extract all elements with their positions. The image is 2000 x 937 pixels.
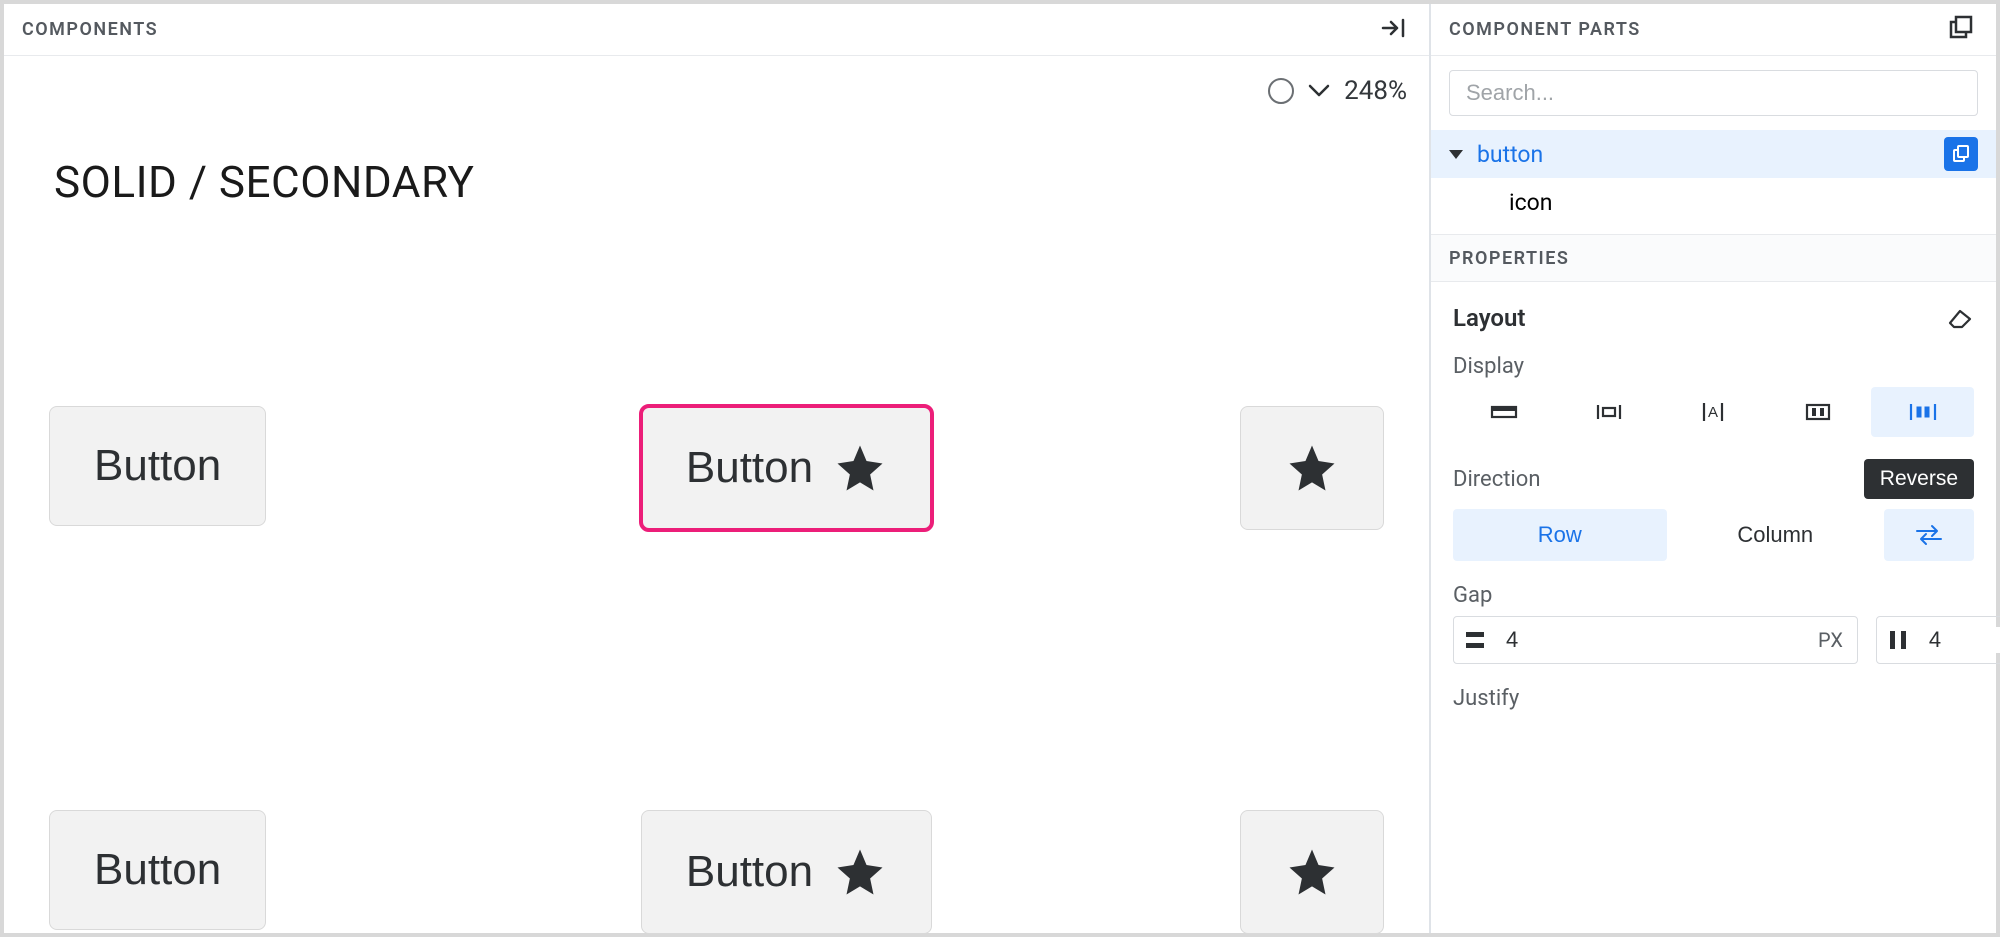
layout-section-title: Layout [1453, 304, 1525, 332]
copy-button[interactable] [1944, 137, 1978, 171]
sample-button-text-icon-selected[interactable]: Button [641, 406, 932, 530]
display-field: Display A [1453, 354, 1974, 437]
components-title: COMPONENTS [22, 19, 158, 40]
sample-button-icon[interactable] [1240, 810, 1384, 934]
gap-field: Gap PX PX [1453, 583, 1974, 664]
direction-label: Direction [1453, 467, 1540, 492]
zoom-circle-icon [1268, 78, 1294, 104]
gap-row: PX PX [1453, 616, 1974, 664]
display-inline[interactable]: A [1662, 387, 1765, 437]
parts-tree: button icon [1431, 130, 1996, 234]
properties-header: PROPERTIES [1431, 234, 1996, 282]
components-panel: COMPONENTS 248% SOLID / SECONDARY Button… [4, 4, 1431, 933]
sample-button-text-icon[interactable]: Button [641, 810, 932, 934]
gap-row-unit: PX [1804, 628, 1857, 652]
star-icon [1285, 441, 1339, 495]
variant-title: SOLID / SECONDARY [54, 156, 474, 208]
component-parts-title: COMPONENT PARTS [1449, 19, 1641, 40]
display-label: Display [1453, 354, 1974, 379]
gap-label: Gap [1453, 583, 1974, 608]
zoom-value: 248% [1344, 76, 1407, 106]
tree-item-button[interactable]: button [1431, 130, 1996, 178]
display-inline-flex[interactable] [1871, 387, 1974, 437]
button-label: Button [94, 845, 221, 895]
canvas[interactable]: 248% SOLID / SECONDARY Button Button [4, 56, 1429, 933]
display-flex[interactable] [1767, 387, 1870, 437]
tree-item-icon[interactable]: icon [1431, 178, 1996, 226]
star-icon [833, 845, 887, 899]
svg-text:A: A [1708, 404, 1718, 421]
gap-row-group: PX [1453, 616, 1858, 664]
tree-label: icon [1509, 189, 1978, 216]
sample-button-icon[interactable] [1240, 406, 1384, 530]
button-label: Button [686, 847, 813, 897]
justify-label: Justify [1453, 686, 1974, 711]
reset-button[interactable] [1946, 305, 1974, 332]
components-header: COMPONENTS [4, 4, 1429, 56]
sample-button-text[interactable]: Button [49, 810, 266, 930]
star-icon [833, 441, 887, 495]
gap-row-icon [1454, 630, 1496, 650]
layout-section-head: Layout [1453, 304, 1974, 332]
justify-field: Justify [1453, 686, 1974, 711]
gap-col-group: PX [1876, 616, 2000, 664]
chevron-down-icon [1308, 84, 1330, 98]
display-options: A [1453, 387, 1974, 437]
direction-field: Direction Reverse Row Column [1453, 459, 1974, 561]
search-wrap [1431, 56, 1996, 130]
star-icon [1285, 845, 1339, 899]
direction-reverse-toggle[interactable] [1884, 509, 1974, 561]
search-input[interactable] [1449, 70, 1978, 116]
properties-title: PROPERTIES [1449, 248, 1569, 269]
direction-options: Row Column [1453, 509, 1974, 561]
gap-col-icon [1877, 629, 1919, 651]
display-block[interactable] [1453, 387, 1556, 437]
button-grid: Button Button Button Button [49, 406, 1384, 934]
component-parts-header: COMPONENT PARTS [1431, 4, 1996, 56]
component-parts-panel: COMPONENT PARTS button icon PROPERTIES [1431, 4, 1996, 933]
properties-body: Layout Display A [1431, 282, 1996, 733]
direction-column[interactable]: Column [1669, 509, 1883, 561]
collapse-panel-button[interactable] [1377, 12, 1411, 47]
sample-button-text[interactable]: Button [49, 406, 266, 526]
button-label: Button [94, 441, 221, 491]
gap-col-input[interactable] [1919, 627, 2000, 653]
gap-row-input[interactable] [1496, 627, 1804, 653]
chevron-down-icon [1449, 150, 1463, 159]
reverse-button[interactable]: Reverse [1864, 459, 1974, 499]
button-label: Button [686, 443, 813, 493]
zoom-control[interactable]: 248% [1268, 76, 1407, 106]
expand-panel-button[interactable] [1944, 11, 1978, 48]
display-inline-block[interactable] [1558, 387, 1661, 437]
direction-head: Direction Reverse [1453, 459, 1974, 499]
direction-row[interactable]: Row [1453, 509, 1667, 561]
tree-label: button [1477, 141, 1930, 168]
